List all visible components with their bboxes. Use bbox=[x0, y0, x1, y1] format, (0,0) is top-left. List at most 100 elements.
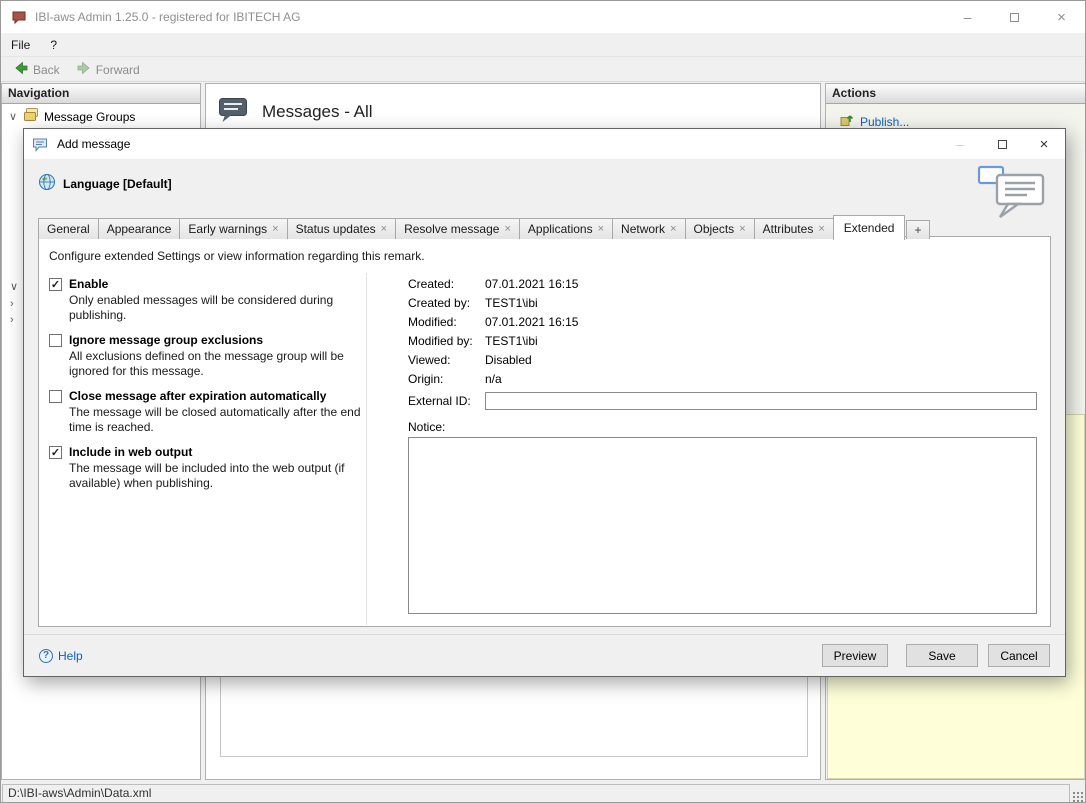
info-label: Modified: bbox=[408, 315, 485, 329]
info-column: Created:07.01.2021 16:15 Created by:TEST… bbox=[408, 277, 1037, 617]
menu-file[interactable]: File bbox=[1, 33, 40, 56]
maximize-button[interactable] bbox=[991, 1, 1038, 33]
tab-general[interactable]: General bbox=[38, 218, 99, 239]
tab-objects[interactable]: Objects × bbox=[685, 218, 755, 239]
back-arrow-icon bbox=[13, 60, 29, 79]
close-after-expiration-checkbox[interactable] bbox=[49, 390, 62, 403]
tab-label: General bbox=[47, 222, 90, 236]
info-row-modified-by: Modified by:TEST1\ibi bbox=[408, 334, 1037, 353]
option-close-after-expiration: Close message after expiration automatic… bbox=[49, 389, 363, 435]
close-button[interactable]: × bbox=[1038, 1, 1085, 33]
maximize-icon bbox=[998, 140, 1007, 149]
publish-label: Publish... bbox=[860, 115, 909, 129]
tab-description: Configure extended Settings or view info… bbox=[49, 249, 425, 263]
info-value: TEST1\ibi bbox=[485, 296, 538, 310]
tab-close-icon[interactable]: × bbox=[670, 224, 676, 234]
tab-extended[interactable]: Extended bbox=[833, 215, 906, 240]
back-label: Back bbox=[33, 63, 60, 77]
toolbar: Back Forward bbox=[1, 58, 1085, 82]
info-row-created-by: Created by:TEST1\ibi bbox=[408, 296, 1037, 315]
tab-close-icon[interactable]: × bbox=[739, 224, 745, 234]
back-button[interactable]: Back bbox=[7, 58, 66, 81]
message-groups-icon bbox=[23, 108, 39, 125]
language-row: Language [Default] bbox=[38, 173, 172, 194]
language-label: Language [Default] bbox=[63, 177, 172, 191]
tab-label: Status updates bbox=[296, 222, 376, 236]
cancel-button[interactable]: Cancel bbox=[988, 644, 1050, 667]
info-value: 07.01.2021 16:15 bbox=[485, 277, 578, 291]
chevron-down-icon[interactable]: ∨ bbox=[8, 110, 18, 123]
tab-strip: General Appearance Early warnings × Statu… bbox=[38, 215, 929, 239]
add-message-dialog: Add message – × Language [Default] Gener… bbox=[23, 128, 1066, 677]
tab-close-icon[interactable]: × bbox=[598, 224, 604, 234]
minimize-button[interactable]: – bbox=[944, 1, 991, 33]
publish-link[interactable]: Publish... bbox=[826, 104, 1086, 130]
info-label: Origin: bbox=[408, 372, 485, 386]
external-id-input[interactable] bbox=[485, 392, 1037, 410]
tab-close-icon[interactable]: × bbox=[504, 224, 510, 234]
option-ignore-exclusions: Ignore message group exclusions All excl… bbox=[49, 333, 363, 379]
dialog-buttons: Preview Save Cancel bbox=[822, 644, 1050, 667]
tab-close-icon[interactable]: × bbox=[818, 224, 824, 234]
tab-appearance[interactable]: Appearance bbox=[98, 218, 181, 239]
option-label: Include in web output bbox=[69, 445, 363, 459]
save-button[interactable]: Save bbox=[906, 644, 978, 667]
info-row-created: Created:07.01.2021 16:15 bbox=[408, 277, 1037, 296]
tab-early-warnings[interactable]: Early warnings × bbox=[179, 218, 287, 239]
tab-label: Network bbox=[621, 222, 665, 236]
window-controls: – × bbox=[944, 1, 1085, 33]
preview-button[interactable]: Preview bbox=[822, 644, 888, 667]
info-value: Disabled bbox=[485, 353, 532, 367]
messages-icon bbox=[218, 96, 250, 129]
window-title: IBI-aws Admin 1.25.0 - registered for IB… bbox=[35, 10, 300, 24]
forward-label: Forward bbox=[96, 63, 140, 77]
help-link[interactable]: ? Help bbox=[39, 649, 83, 663]
dialog-titlebar: Add message – × bbox=[24, 129, 1065, 159]
ignore-exclusions-checkbox[interactable] bbox=[49, 334, 62, 347]
notice-textarea[interactable] bbox=[408, 437, 1037, 614]
close-icon: × bbox=[1057, 9, 1066, 26]
resize-grip[interactable] bbox=[1072, 791, 1083, 802]
info-label: Created by: bbox=[408, 296, 485, 310]
dialog-footer: ? Help Preview Save Cancel bbox=[24, 634, 1065, 676]
forward-arrow-icon bbox=[76, 60, 92, 79]
tab-network[interactable]: Network × bbox=[612, 218, 685, 239]
dialog-minimize-button: – bbox=[939, 129, 981, 159]
tree-item-message-groups[interactable]: ∨ Message Groups bbox=[2, 104, 200, 128]
chevron-right-icon[interactable]: › bbox=[10, 298, 14, 310]
help-label: Help bbox=[58, 649, 83, 663]
option-label: Close message after expiration automatic… bbox=[69, 389, 363, 403]
tab-add[interactable]: + bbox=[906, 220, 929, 239]
check-icon: ✓ bbox=[51, 278, 60, 291]
enable-checkbox[interactable]: ✓ bbox=[49, 278, 62, 291]
tab-label: Extended bbox=[844, 221, 895, 235]
tab-attributes[interactable]: Attributes× bbox=[754, 218, 834, 239]
include-web-output-checkbox[interactable]: ✓ bbox=[49, 446, 62, 459]
info-row-origin: Origin:n/a bbox=[408, 372, 1037, 391]
info-label: Created: bbox=[408, 277, 485, 291]
tab-status-updates[interactable]: Status updates × bbox=[287, 218, 397, 239]
option-enable: ✓ Enable Only enabled messages will be c… bbox=[49, 277, 363, 323]
status-bar: D:\IBI-aws\Admin\Data.xml bbox=[1, 782, 1085, 803]
menu-help[interactable]: ? bbox=[40, 33, 67, 56]
menu-bar: File ? bbox=[1, 33, 1085, 57]
tab-label: Early warnings bbox=[188, 222, 267, 236]
chevron-down-icon[interactable]: ∨ bbox=[10, 280, 18, 293]
tab-resolve-message[interactable]: Resolve message × bbox=[395, 218, 520, 239]
tab-applications[interactable]: Applications× bbox=[519, 218, 613, 239]
tab-close-icon[interactable]: × bbox=[272, 224, 278, 234]
option-description: Only enabled messages will be considered… bbox=[69, 293, 363, 323]
forward-button[interactable]: Forward bbox=[70, 58, 146, 81]
page-title: Messages - All bbox=[262, 102, 373, 122]
info-value: TEST1\ibi bbox=[485, 334, 538, 348]
tab-close-icon[interactable]: × bbox=[381, 224, 387, 234]
dialog-close-button[interactable]: × bbox=[1023, 129, 1065, 159]
chevron-right-icon[interactable]: › bbox=[10, 314, 14, 326]
option-description: All exclusions defined on the message gr… bbox=[69, 349, 363, 379]
close-icon: × bbox=[1040, 136, 1049, 153]
tab-label: Objects bbox=[694, 222, 735, 236]
dialog-controls: – × bbox=[939, 129, 1065, 159]
options-column: ✓ Enable Only enabled messages will be c… bbox=[49, 277, 363, 501]
tab-label: Resolve message bbox=[404, 222, 499, 236]
dialog-maximize-button[interactable] bbox=[981, 129, 1023, 159]
